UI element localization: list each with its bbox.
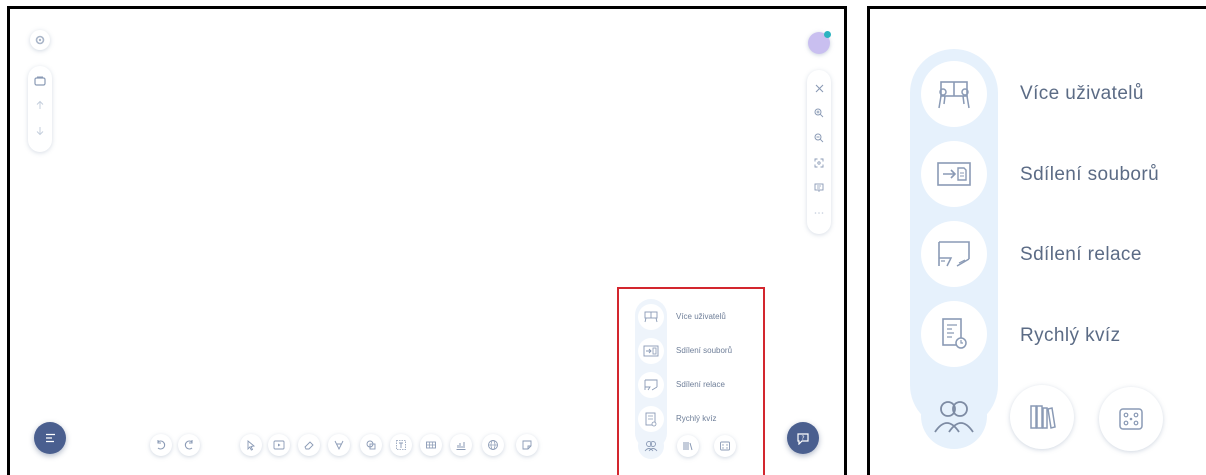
text-icon: [396, 440, 406, 450]
menu-label-file-share[interactable]: Sdílení souborů: [1020, 164, 1159, 186]
globe-icon: [488, 440, 498, 450]
menu-icon: [45, 433, 55, 443]
board-icon: [1119, 408, 1143, 430]
shapes-icon: [366, 440, 376, 450]
close-icon[interactable]: [811, 80, 827, 96]
arrow-down-icon[interactable]: [32, 124, 48, 138]
library-icon: [1030, 405, 1056, 429]
gear-icon: [35, 35, 45, 45]
text-tool-button[interactable]: [390, 434, 412, 456]
help-chat-icon: ?: [797, 432, 809, 445]
file-share-icon[interactable]: [921, 141, 987, 207]
fit-screen-icon[interactable]: [811, 155, 827, 171]
users-group-icon[interactable]: [921, 383, 987, 449]
redo-button[interactable]: [178, 434, 200, 456]
session-share-icon[interactable]: [921, 221, 987, 287]
menu-label-multi-user[interactable]: Více uživatelů: [1020, 83, 1144, 105]
settings-button[interactable]: [30, 30, 50, 50]
menu-label-session-share[interactable]: Sdílení relace: [1020, 244, 1142, 266]
board-button[interactable]: [1099, 387, 1163, 451]
zoomed-menu-view: Více uživatelů Sdílení souborů Sdílení r…: [867, 6, 1206, 475]
table-icon: [426, 441, 436, 449]
zoom-out-icon[interactable]: [811, 130, 827, 146]
web-tool-button[interactable]: [482, 434, 504, 456]
present-icon[interactable]: [811, 180, 827, 196]
highlight-box: [617, 287, 765, 475]
multi-user-icon[interactable]: [921, 61, 987, 127]
undo-button[interactable]: [150, 434, 172, 456]
chart-icon: [456, 442, 466, 450]
svg-text:?: ?: [801, 435, 804, 442]
eraser-icon: [304, 441, 314, 450]
quick-quiz-icon[interactable]: [921, 301, 987, 367]
undo-icon: [157, 440, 166, 450]
media-icon: [273, 440, 285, 450]
chart-tool-button[interactable]: [450, 434, 472, 456]
library-button[interactable]: [1010, 385, 1074, 449]
avatar[interactable]: [808, 31, 831, 54]
redo-icon: [184, 440, 193, 450]
eraser-tool-button[interactable]: [298, 434, 320, 456]
pen-tool-button[interactable]: [328, 434, 350, 456]
zoom-in-icon[interactable]: [811, 105, 827, 121]
shapes-tool-button[interactable]: [360, 434, 382, 456]
main-menu-button[interactable]: [34, 422, 66, 454]
pen-icon: [334, 440, 344, 451]
arrow-up-icon[interactable]: [32, 98, 48, 112]
menu-label-quick-quiz[interactable]: Rychlý kvíz: [1020, 325, 1120, 347]
pages-icon[interactable]: [32, 74, 48, 88]
collaboration-menu-zoomed: [910, 49, 998, 449]
table-tool-button[interactable]: [420, 434, 442, 456]
help-chat-button[interactable]: ?: [787, 422, 819, 454]
sticky-note-tool-button[interactable]: [516, 434, 538, 456]
media-tool-button[interactable]: [268, 434, 290, 456]
page-nav-pill: [28, 66, 52, 152]
view-tools-pill: [807, 70, 831, 234]
whiteboard-screenshot: ? Více uživatelů Sdílení souborů Sdílení…: [7, 6, 847, 475]
sticky-note-icon: [522, 440, 532, 450]
online-status-dot: [824, 31, 831, 38]
select-tool-button[interactable]: [240, 434, 262, 456]
select-icon: [247, 440, 256, 451]
more-icon[interactable]: [811, 205, 827, 221]
